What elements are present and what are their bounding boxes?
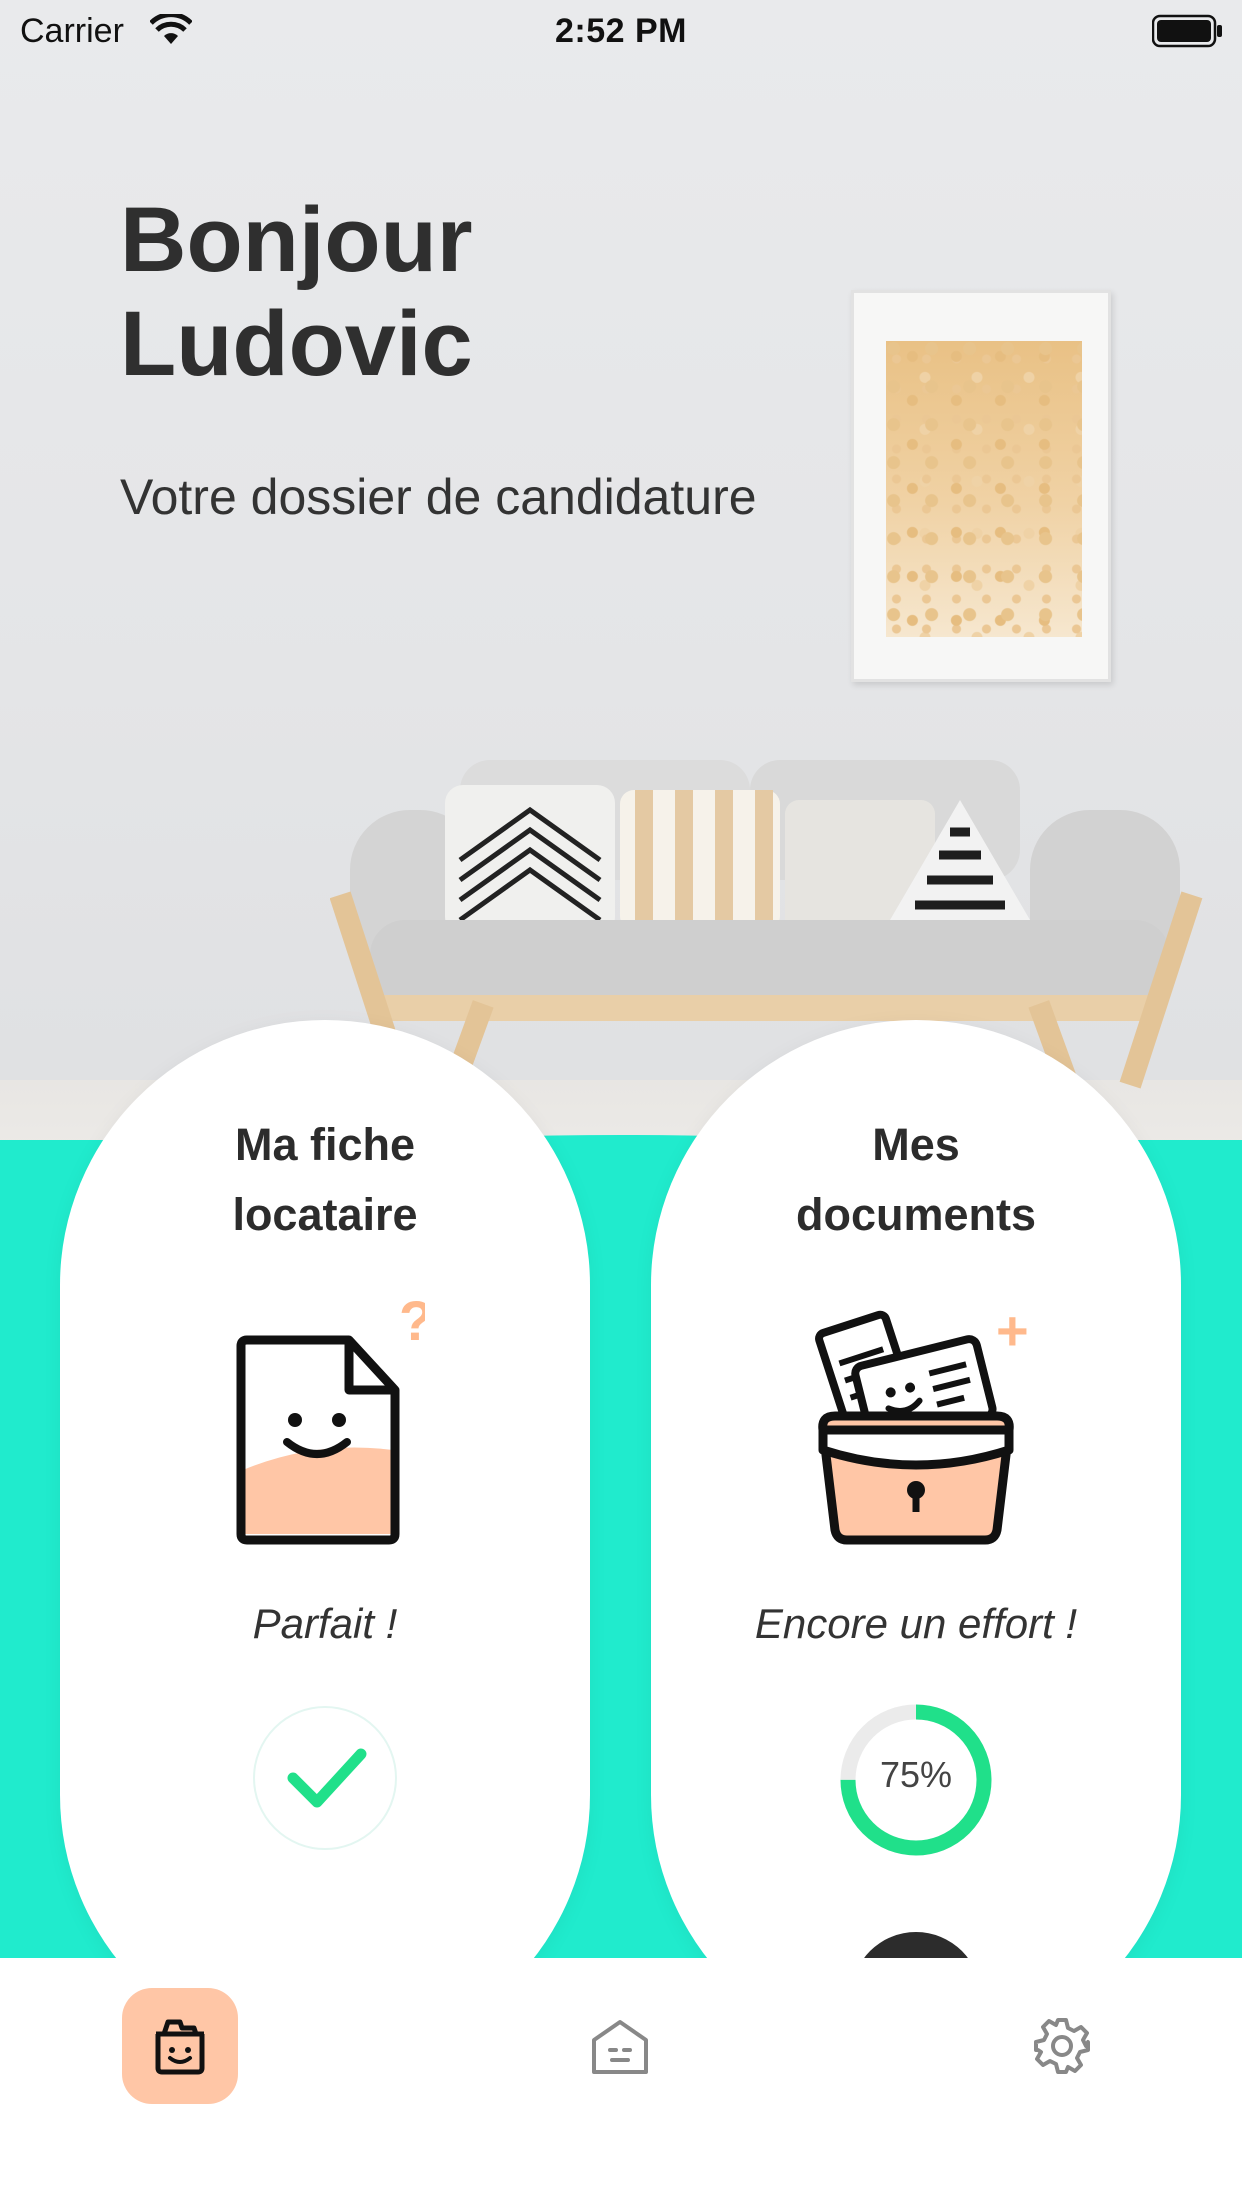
smiling-document-icon: ? bbox=[236, 1290, 425, 1545]
tab-bar bbox=[0, 1958, 1242, 2208]
card-status: Parfait ! bbox=[252, 1600, 398, 1647]
card-title-line: Ma fiche bbox=[234, 1119, 416, 1170]
tab-housing[interactable] bbox=[562, 1988, 678, 2104]
house-icon bbox=[592, 2020, 648, 2074]
documents-bag-icon: + bbox=[815, 1299, 1029, 1545]
hero-background bbox=[0, 0, 1242, 1240]
card-title: Mes documents bbox=[651, 1110, 1181, 1250]
greeting-user-name: Ludovic bbox=[120, 293, 473, 395]
gear-icon bbox=[1034, 2018, 1090, 2074]
progress-label: 75% bbox=[879, 1754, 953, 1795]
greeting-line-1: Bonjour bbox=[120, 189, 473, 291]
clock: 2:52 PM bbox=[555, 12, 687, 50]
status-bar: Carrier 2:52 PM bbox=[0, 0, 1242, 62]
card-title-line: documents bbox=[795, 1189, 1037, 1240]
card-title-line: locataire bbox=[232, 1189, 418, 1240]
greeting-title: Bonjour Ludovic bbox=[120, 188, 820, 396]
svg-text:?: ? bbox=[399, 1290, 425, 1352]
greeting-subtitle: Votre dossier de candidature bbox=[120, 469, 757, 525]
battery-icon bbox=[1152, 14, 1222, 48]
progress-ring: 75% bbox=[838, 1702, 994, 1858]
card-title-line: Mes bbox=[872, 1119, 960, 1170]
card-status: Encore un effort ! bbox=[754, 1600, 1078, 1647]
card-my-documents[interactable]: Mes documents + Encore un effort ! 75% bbox=[651, 1020, 1181, 2062]
dossier-icon bbox=[155, 2019, 205, 2075]
tab-dossier[interactable] bbox=[122, 1988, 238, 2104]
status-indicator bbox=[253, 1706, 397, 1850]
card-tenant-profile[interactable]: Ma fiche locataire ? Parfait ! bbox=[60, 1020, 590, 2060]
card-title: Ma fiche locataire bbox=[60, 1110, 590, 1250]
check-icon bbox=[287, 1748, 367, 1808]
tab-settings[interactable] bbox=[1004, 1988, 1120, 2104]
svg-text:+: + bbox=[996, 1299, 1029, 1362]
